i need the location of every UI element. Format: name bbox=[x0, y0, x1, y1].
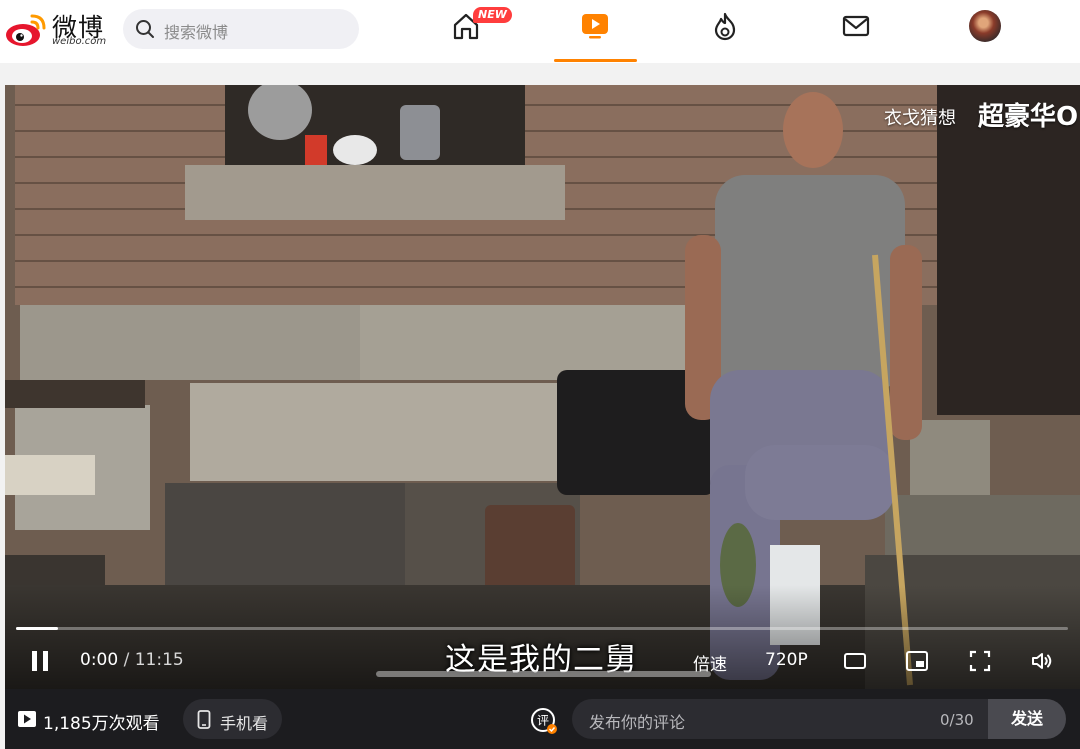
mobile-phone-icon bbox=[197, 710, 211, 729]
fullscreen-icon[interactable] bbox=[968, 649, 992, 673]
send-comment-button[interactable]: 发送 bbox=[988, 699, 1066, 739]
new-badge: NEW bbox=[473, 7, 512, 23]
watermark-author: 衣戈猜想 bbox=[884, 108, 956, 129]
video-progress-fill bbox=[16, 627, 58, 630]
search-box[interactable]: 搜索微博 bbox=[123, 9, 359, 49]
video-duration: 11:15 bbox=[134, 650, 184, 670]
video-views-icon bbox=[18, 711, 36, 727]
video-play-icon[interactable] bbox=[580, 11, 610, 41]
weibo-logo[interactable]: 微博 weibo.com bbox=[4, 8, 108, 48]
search-icon bbox=[136, 20, 154, 38]
view-count: 1,185万次观看 bbox=[43, 714, 160, 734]
quality-button[interactable]: 720P bbox=[765, 650, 808, 670]
top-navigation-bar: 微博 weibo.com 搜索微博 NEW bbox=[0, 0, 1080, 63]
video-progress-bar[interactable] bbox=[16, 627, 1068, 630]
active-tab-indicator bbox=[554, 59, 637, 62]
theater-mode-icon[interactable] bbox=[843, 649, 867, 673]
weibo-logo-icon bbox=[6, 14, 46, 46]
hot-flame-icon[interactable] bbox=[710, 11, 740, 41]
video-player[interactable] bbox=[5, 85, 1080, 689]
comment-input[interactable]: 发布你的评论 bbox=[589, 709, 685, 733]
mail-icon[interactable] bbox=[841, 11, 871, 41]
subtitle-scrub-bar bbox=[376, 671, 711, 677]
user-avatar[interactable] bbox=[969, 10, 1001, 42]
svg-text:评: 评 bbox=[537, 714, 549, 728]
time-separator: / bbox=[123, 650, 130, 670]
search-input[interactable]: 搜索微博 bbox=[164, 19, 228, 43]
picture-in-picture-icon[interactable] bbox=[905, 649, 929, 673]
watermark-series: 超豪华O bbox=[978, 102, 1079, 132]
playback-time: 0:00 / 11:15 bbox=[80, 650, 184, 670]
current-time: 0:00 bbox=[80, 650, 119, 670]
comment-icon[interactable]: 评 bbox=[530, 707, 558, 735]
watch-on-mobile-label[interactable]: 手机看 bbox=[220, 710, 268, 734]
comment-char-count: 0/30 bbox=[940, 711, 974, 729]
logo-domain-text: weibo.com bbox=[52, 36, 107, 47]
playback-speed-button[interactable]: 倍速 bbox=[693, 650, 727, 675]
volume-icon[interactable] bbox=[1030, 649, 1054, 673]
pause-icon[interactable] bbox=[28, 649, 52, 673]
video-frame-image bbox=[5, 85, 1080, 689]
